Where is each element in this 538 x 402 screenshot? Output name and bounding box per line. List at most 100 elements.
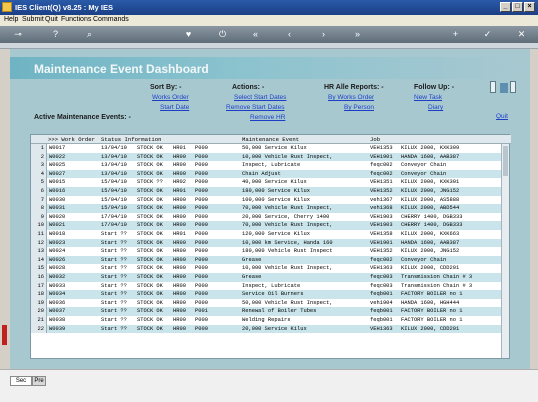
- row-number: 22: [31, 324, 47, 334]
- select-start-dates-link[interactable]: Select Start Dates: [234, 94, 286, 101]
- quit-door-icon[interactable]: [490, 81, 518, 99]
- cell-work-order: W0015: [49, 179, 66, 186]
- tab-pre[interactable]: Pre: [32, 376, 46, 386]
- table-row[interactable]: 5 W0015 15/04/10 STOCK ?? HR02 P000 40,000 Ser…: [31, 178, 501, 187]
- cell-maintenance-event: Service Oil Burners: [242, 291, 304, 298]
- remove-hr-link[interactable]: Remove HR: [250, 114, 285, 121]
- table-row[interactable]: 15 W0028 Start ?? STOCK OK HR00 P000 10,000 Ve…: [31, 264, 501, 273]
- close-button[interactable]: ×: [524, 2, 535, 12]
- cell-maintenance-event: Grease: [242, 274, 262, 280]
- cell-hr: HR00: [173, 325, 186, 332]
- diary-link[interactable]: Diary: [428, 104, 443, 111]
- table-row[interactable]: 2 W0022 13/04/10 STOCK OK HR00 P000 10,000 Veh…: [31, 152, 501, 162]
- search-icon[interactable]: ⌕: [84, 29, 95, 40]
- cell-stock: STOCK OK: [137, 153, 163, 160]
- table-row[interactable]: 1 W0017 13/04/10 STOCK OK HR01 P000 50,000 Ser…: [31, 144, 501, 153]
- cell-stock: STOCK OK: [137, 162, 163, 169]
- table-row[interactable]: 18 W0034 Start ?? STOCK OK HR00 P000 Service O…: [31, 290, 501, 299]
- row-number: 12: [31, 238, 47, 248]
- table-row[interactable]: 10 W0021 17/04/10 STOCK OK HR00 P000 70,000 Ve…: [31, 221, 501, 230]
- tab-sec[interactable]: Sec: [10, 376, 32, 386]
- cell-maintenance-event: 10,000 km Service, Handa 160: [242, 239, 333, 246]
- title-bar: IES Client(Q) v8.25 : My IES _ □ ×: [0, 0, 538, 15]
- table-row[interactable]: 12 W0023 Start ?? STOCK OK HR00 P000 10,000 km…: [31, 238, 501, 248]
- cell-job-code: feqc002: [370, 256, 393, 263]
- dashboard-panel: Maintenance Event Dashboard Sort By: - W…: [10, 49, 530, 369]
- table-row[interactable]: 20 W0037 Start ?? STOCK OK HR00 P001 Renewal o…: [31, 307, 501, 316]
- cell-job-code: veh1368: [370, 205, 393, 212]
- cell-hr: HR00: [173, 317, 186, 323]
- cell-start-date: Start ??: [101, 291, 127, 298]
- forward-icon[interactable]: ›: [318, 29, 329, 40]
- table-row[interactable]: 19 W0036 Start ?? STOCK OK HR00 P000 50,000 Ve…: [31, 298, 501, 308]
- table-row[interactable]: 14 W0026 Start ?? STOCK OK HR00 P000 Grease feq…: [31, 255, 501, 265]
- row-number: 6: [31, 187, 47, 196]
- grid-scrollbar[interactable]: [501, 144, 509, 358]
- cell-maintenance-event: 180,000 Service Kilux: [242, 188, 310, 194]
- sort-start-date-link[interactable]: Start Date: [160, 104, 189, 111]
- menu-submit[interactable]: Submit: [22, 16, 44, 23]
- new-task-link[interactable]: New Task: [414, 94, 442, 101]
- cell-start-date: 15/04/10: [101, 179, 127, 186]
- cell-stock: STOCK OK: [137, 231, 163, 237]
- cell-p: P000: [195, 153, 208, 160]
- minimize-button[interactable]: _: [500, 2, 511, 12]
- cell-hr: HR01: [173, 145, 186, 151]
- cell-start-date: 13/04/10: [101, 145, 127, 151]
- cell-work-order: W0020: [49, 213, 66, 220]
- help-icon[interactable]: ?: [50, 29, 61, 40]
- cell-maintenance-event: 20,000 Service, Cherry 1400: [242, 213, 330, 220]
- back-icon[interactable]: ‹: [284, 29, 295, 40]
- cell-hr: HR00: [173, 196, 186, 203]
- check-icon[interactable]: ✓: [482, 29, 493, 40]
- rewind-icon[interactable]: «: [250, 29, 261, 40]
- dashboard-title-bar: Maintenance Event Dashboard: [10, 57, 530, 79]
- cell-job-desc: KILUX 2000, CDD201: [401, 265, 460, 272]
- row-number: 4: [31, 169, 47, 179]
- row-number: 20: [31, 307, 47, 316]
- table-row[interactable]: 6 W0016 15/04/10 STOCK OK HR01 P000 180,000 Se…: [31, 187, 501, 196]
- page-title: Maintenance Event Dashboard: [34, 62, 209, 76]
- menu-commands[interactable]: Commands: [93, 16, 129, 23]
- col-status-info: Status Information: [101, 136, 162, 143]
- sort-works-order-link[interactable]: Works Order: [152, 94, 189, 101]
- cell-p: P000: [195, 282, 208, 289]
- add-icon[interactable]: +: [450, 29, 461, 40]
- remove-start-dates-link[interactable]: Remove Start Dates: [226, 104, 285, 111]
- heart-icon[interactable]: ♥: [183, 29, 194, 40]
- menu-functions[interactable]: Functions: [61, 16, 91, 23]
- cell-hr: HR00: [173, 170, 186, 177]
- table-row[interactable]: 7 W0030 15/04/10 STOCK OK HR00 P000 100,000 Se…: [31, 195, 501, 205]
- power-icon[interactable]: ⏻: [217, 29, 228, 40]
- cell-start-date: 13/04/10: [101, 153, 127, 160]
- table-row[interactable]: 9 W0020 17/04/10 STOCK OK HR00 P000 20,000 Ser…: [31, 212, 501, 222]
- table-row[interactable]: 8 W0031 15/04/10 STOCK OK HR00 P000 70,000 Veh…: [31, 204, 501, 213]
- quit-link[interactable]: Quit: [496, 113, 508, 120]
- hr-by-person-link[interactable]: By Person: [344, 104, 374, 111]
- table-row[interactable]: 17 W0033 Start ?? STOCK OK HR00 P000 Inspect, …: [31, 281, 501, 291]
- cell-job-code: feqc002: [370, 162, 393, 169]
- cell-start-date: Start ??: [101, 308, 127, 315]
- cell-job-desc: CHERRY 1400, DGB333: [401, 222, 463, 229]
- cell-work-order: W0027: [49, 170, 66, 177]
- table-row[interactable]: 4 W0027 13/04/10 STOCK OK HR00 P000 Chain Adju…: [31, 169, 501, 179]
- hr-by-works-order-link[interactable]: By Works Order: [328, 94, 374, 101]
- menu-quit[interactable]: Quit: [45, 16, 58, 23]
- table-row[interactable]: 16 W0032 Start ?? STOCK OK HR00 P000 Grease feq…: [31, 273, 501, 282]
- maximize-button[interactable]: □: [512, 2, 523, 12]
- close-icon[interactable]: ✕: [516, 29, 527, 40]
- fast-forward-icon[interactable]: »: [352, 29, 363, 40]
- key-icon[interactable]: ⊸: [8, 29, 28, 40]
- table-row[interactable]: 11 W0018 Start ?? STOCK OK HR01 P000 120,000 S…: [31, 230, 501, 239]
- table-row[interactable]: 3 W0025 13/04/10 STOCK OK HR00 P000 Inspect, L…: [31, 161, 501, 170]
- cell-hr: HR00: [173, 222, 186, 229]
- menu-help[interactable]: Help: [4, 16, 18, 23]
- table-row[interactable]: 21 W0038 Start ?? STOCK OK HR00 P000 Welding R…: [31, 316, 501, 325]
- table-row[interactable]: 22 W0039 Start ?? STOCK OK HR00 P000 20,000 Se…: [31, 324, 501, 334]
- table-row[interactable]: 13 W0024 Start ?? STOCK OK HR00 P000 180,000 V…: [31, 247, 501, 256]
- scrollbar-thumb[interactable]: [503, 146, 508, 176]
- cell-maintenance-event: 10,000 Vehicle Rust Inspect,: [242, 153, 333, 160]
- row-number: 5: [31, 178, 47, 187]
- cell-p: P000: [195, 231, 208, 237]
- row-number: 8: [31, 204, 47, 213]
